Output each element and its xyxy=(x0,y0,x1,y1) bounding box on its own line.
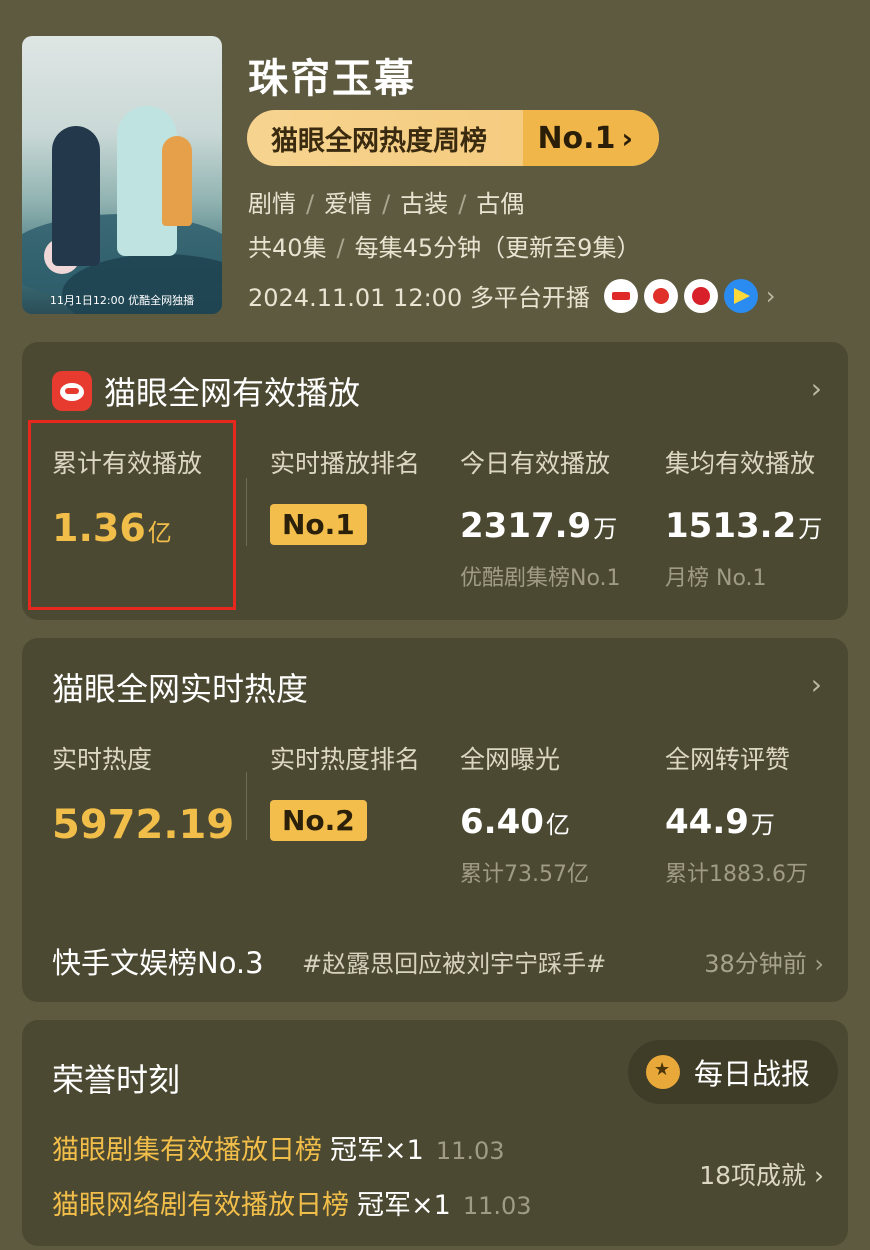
today-playback-stat: 今日有效播放 2317.9万 优酷剧集榜No.1 xyxy=(460,444,621,592)
stat-value: 5972.19 xyxy=(52,802,235,848)
chevron-right-icon[interactable]: › xyxy=(811,668,822,701)
stat-subtext: 累计1883.6万 xyxy=(665,862,808,887)
stat-value: 6.40亿 xyxy=(460,802,570,842)
tencent-video-icon xyxy=(603,278,638,313)
stat-value: 44.9万 xyxy=(665,802,775,842)
rank-badge: No.2 xyxy=(270,800,367,841)
achievements-link[interactable]: 18项成就 › xyxy=(699,1156,824,1192)
drama-poster[interactable]: 11月1日12:00 优酷全网独播 xyxy=(22,36,222,314)
stat-label: 全网转评赞 xyxy=(665,745,791,774)
genre-tags: 剧情 / 爱情 / 古装 / 古偶 xyxy=(248,190,525,218)
release-text: 2024.11.01 12:00 多平台开播 xyxy=(248,284,590,312)
stat-label: 今日有效播放 xyxy=(460,449,611,478)
episode-info: 共40集 / 每集45分钟（更新至9集） xyxy=(248,234,641,262)
realtime-heat-stat: 实时热度 5972.19 xyxy=(52,740,234,848)
stat-label: 实时播放排名 xyxy=(270,449,421,478)
rank-pill-label: 猫眼全网热度周榜 xyxy=(271,125,487,157)
stat-label: 实时热度 xyxy=(52,745,153,774)
realtime-heat-rank-stat: 实时热度排名 No.2 xyxy=(270,740,420,841)
genre-tag: 古装 xyxy=(400,190,449,218)
youku-icon xyxy=(723,278,758,313)
hot-topic-time[interactable]: 38分钟前 › xyxy=(704,944,824,979)
exposure-stat: 全网曝光 6.40亿 累计73.57亿 xyxy=(460,740,589,888)
heat-card-title: 猫眼全网实时热度 xyxy=(52,670,309,708)
mango-tv-icon xyxy=(643,278,678,313)
release-row[interactable]: 2024.11.01 12:00 多平台开播 › xyxy=(248,278,775,313)
iqiyi-icon xyxy=(683,278,718,313)
rank-badge: No.1 xyxy=(270,504,367,545)
playback-card-header: 猫眼全网有效播放 xyxy=(52,368,360,414)
heat-card-header: 猫眼全网实时热度 xyxy=(52,664,308,710)
episode-count: 共40集 xyxy=(248,234,327,262)
rank-pill-rank: No.1 › xyxy=(523,110,659,166)
genre-tag: 古偶 xyxy=(476,190,525,218)
chevron-right-icon: › xyxy=(621,121,633,155)
stat-label: 全网曝光 xyxy=(460,745,561,774)
chevron-right-icon: › xyxy=(765,281,776,310)
stat-subtext: 月榜 No.1 xyxy=(665,566,767,591)
hot-rank-label[interactable]: 快手文娱榜No.3 xyxy=(52,940,264,982)
stat-subtext: 累计73.57亿 xyxy=(460,862,589,887)
engagement-stat: 全网转评赞 44.9万 累计1883.6万 xyxy=(665,740,808,888)
chevron-right-icon[interactable]: › xyxy=(811,372,822,405)
highlight-box xyxy=(28,420,236,610)
daily-report-button[interactable]: 每日战报 xyxy=(628,1040,838,1104)
medal-icon xyxy=(646,1055,680,1089)
stat-subtext: 优酷剧集榜No.1 xyxy=(460,566,621,591)
page-title: 珠帘玉幕 xyxy=(248,56,416,102)
stat-value: 1513.2万 xyxy=(665,506,823,546)
stat-label: 实时热度排名 xyxy=(270,745,421,774)
realtime-playback-rank-stat: 实时播放排名 No.1 xyxy=(270,444,420,545)
hot-topic-tag[interactable]: #赵露思回应被刘宇宁踩手# xyxy=(302,944,606,979)
honor-item[interactable]: 猫眼网络剧有效播放日榜 冠军×1 11.03 xyxy=(52,1183,532,1222)
stat-value: 2317.9万 xyxy=(460,506,618,546)
genre-tag: 爱情 xyxy=(324,190,373,218)
avg-episode-playback-stat: 集均有效播放 1513.2万 月榜 No.1 xyxy=(665,444,822,592)
weekly-rank-pill[interactable]: 猫眼全网热度周榜 No.1 › xyxy=(247,110,659,166)
honor-card-title: 荣誉时刻 xyxy=(52,1061,181,1099)
honor-item[interactable]: 猫眼剧集有效播放日榜 冠军×1 11.03 xyxy=(52,1128,505,1167)
episode-duration: 每集45分钟（更新至9集） xyxy=(354,234,641,262)
stat-label: 集均有效播放 xyxy=(665,449,816,478)
playback-card-title: 猫眼全网有效播放 xyxy=(104,374,361,412)
rank-pill-rank-value: No.1 xyxy=(537,120,616,156)
poster-caption: 11月1日12:00 优酷全网独播 xyxy=(49,294,195,307)
daily-report-label: 每日战报 xyxy=(694,1057,811,1091)
maoyan-cat-logo-icon xyxy=(52,371,92,411)
genre-tag: 剧情 xyxy=(248,190,296,218)
